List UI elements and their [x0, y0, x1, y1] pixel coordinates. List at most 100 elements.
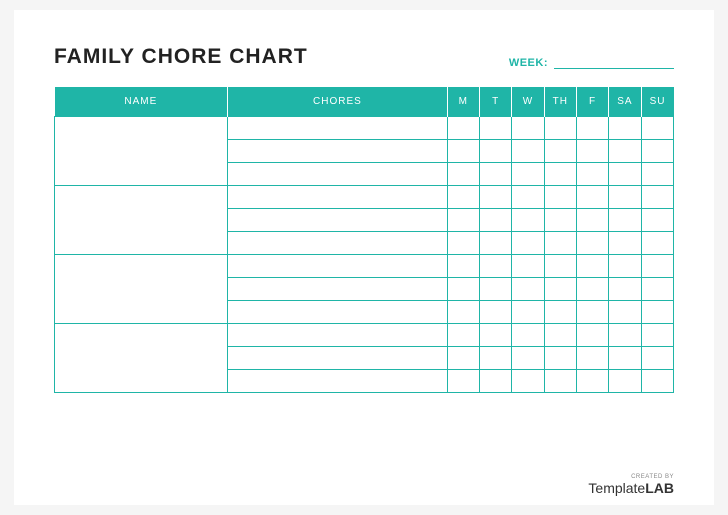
- day-cell[interactable]: [544, 324, 576, 347]
- day-cell[interactable]: [609, 117, 641, 140]
- day-cell[interactable]: [447, 163, 479, 186]
- day-cell[interactable]: [609, 140, 641, 163]
- day-cell[interactable]: [576, 255, 608, 278]
- day-cell[interactable]: [479, 324, 511, 347]
- day-cell[interactable]: [609, 232, 641, 255]
- day-cell[interactable]: [576, 209, 608, 232]
- day-cell[interactable]: [447, 255, 479, 278]
- day-cell[interactable]: [609, 186, 641, 209]
- day-cell[interactable]: [512, 278, 544, 301]
- day-cell[interactable]: [641, 232, 673, 255]
- day-cell[interactable]: [641, 278, 673, 301]
- chore-cell[interactable]: [228, 186, 447, 209]
- day-cell[interactable]: [544, 163, 576, 186]
- day-cell[interactable]: [641, 140, 673, 163]
- day-cell[interactable]: [479, 186, 511, 209]
- day-cell[interactable]: [609, 163, 641, 186]
- day-cell[interactable]: [479, 301, 511, 324]
- chore-cell[interactable]: [228, 370, 447, 393]
- day-cell[interactable]: [479, 117, 511, 140]
- day-cell[interactable]: [447, 370, 479, 393]
- day-cell[interactable]: [479, 163, 511, 186]
- day-cell[interactable]: [609, 255, 641, 278]
- day-cell[interactable]: [512, 140, 544, 163]
- day-cell[interactable]: [641, 301, 673, 324]
- day-cell[interactable]: [512, 232, 544, 255]
- day-cell[interactable]: [512, 255, 544, 278]
- chore-cell[interactable]: [228, 278, 447, 301]
- day-cell[interactable]: [576, 163, 608, 186]
- day-cell[interactable]: [544, 232, 576, 255]
- day-cell[interactable]: [609, 278, 641, 301]
- day-cell[interactable]: [479, 255, 511, 278]
- day-cell[interactable]: [576, 278, 608, 301]
- name-cell[interactable]: [55, 324, 228, 393]
- chore-cell[interactable]: [228, 324, 447, 347]
- day-cell[interactable]: [609, 209, 641, 232]
- day-cell[interactable]: [609, 347, 641, 370]
- day-cell[interactable]: [512, 324, 544, 347]
- day-cell[interactable]: [512, 209, 544, 232]
- day-cell[interactable]: [544, 140, 576, 163]
- day-cell[interactable]: [479, 370, 511, 393]
- day-cell[interactable]: [512, 370, 544, 393]
- day-cell[interactable]: [447, 186, 479, 209]
- chore-cell[interactable]: [228, 347, 447, 370]
- day-cell[interactable]: [447, 347, 479, 370]
- day-cell[interactable]: [609, 301, 641, 324]
- day-cell[interactable]: [512, 186, 544, 209]
- day-cell[interactable]: [544, 278, 576, 301]
- day-cell[interactable]: [544, 186, 576, 209]
- day-cell[interactable]: [544, 255, 576, 278]
- day-cell[interactable]: [447, 232, 479, 255]
- day-cell[interactable]: [512, 301, 544, 324]
- day-cell[interactable]: [576, 301, 608, 324]
- chore-cell[interactable]: [228, 232, 447, 255]
- day-cell[interactable]: [609, 370, 641, 393]
- day-cell[interactable]: [447, 278, 479, 301]
- chore-cell[interactable]: [228, 209, 447, 232]
- day-cell[interactable]: [576, 186, 608, 209]
- day-cell[interactable]: [544, 347, 576, 370]
- day-cell[interactable]: [479, 209, 511, 232]
- day-cell[interactable]: [544, 117, 576, 140]
- day-cell[interactable]: [641, 255, 673, 278]
- chore-cell[interactable]: [228, 117, 447, 140]
- chore-cell[interactable]: [228, 255, 447, 278]
- day-cell[interactable]: [641, 163, 673, 186]
- day-cell[interactable]: [447, 140, 479, 163]
- day-cell[interactable]: [447, 301, 479, 324]
- day-cell[interactable]: [641, 209, 673, 232]
- day-cell[interactable]: [544, 370, 576, 393]
- day-cell[interactable]: [479, 232, 511, 255]
- day-cell[interactable]: [576, 117, 608, 140]
- day-cell[interactable]: [544, 301, 576, 324]
- day-cell[interactable]: [576, 370, 608, 393]
- name-cell[interactable]: [55, 255, 228, 324]
- day-cell[interactable]: [447, 209, 479, 232]
- week-input-line[interactable]: [554, 68, 674, 69]
- name-cell[interactable]: [55, 117, 228, 186]
- day-cell[interactable]: [479, 278, 511, 301]
- day-cell[interactable]: [512, 117, 544, 140]
- day-cell[interactable]: [447, 324, 479, 347]
- day-cell[interactable]: [641, 324, 673, 347]
- day-cell[interactable]: [479, 347, 511, 370]
- name-cell[interactable]: [55, 186, 228, 255]
- day-cell[interactable]: [576, 324, 608, 347]
- day-cell[interactable]: [641, 347, 673, 370]
- day-cell[interactable]: [512, 347, 544, 370]
- day-cell[interactable]: [479, 140, 511, 163]
- day-cell[interactable]: [447, 117, 479, 140]
- chore-cell[interactable]: [228, 163, 447, 186]
- day-cell[interactable]: [641, 186, 673, 209]
- day-cell[interactable]: [641, 117, 673, 140]
- day-cell[interactable]: [512, 163, 544, 186]
- chore-cell[interactable]: [228, 140, 447, 163]
- day-cell[interactable]: [576, 232, 608, 255]
- chore-cell[interactable]: [228, 301, 447, 324]
- day-cell[interactable]: [576, 347, 608, 370]
- day-cell[interactable]: [641, 370, 673, 393]
- day-cell[interactable]: [609, 324, 641, 347]
- day-cell[interactable]: [544, 209, 576, 232]
